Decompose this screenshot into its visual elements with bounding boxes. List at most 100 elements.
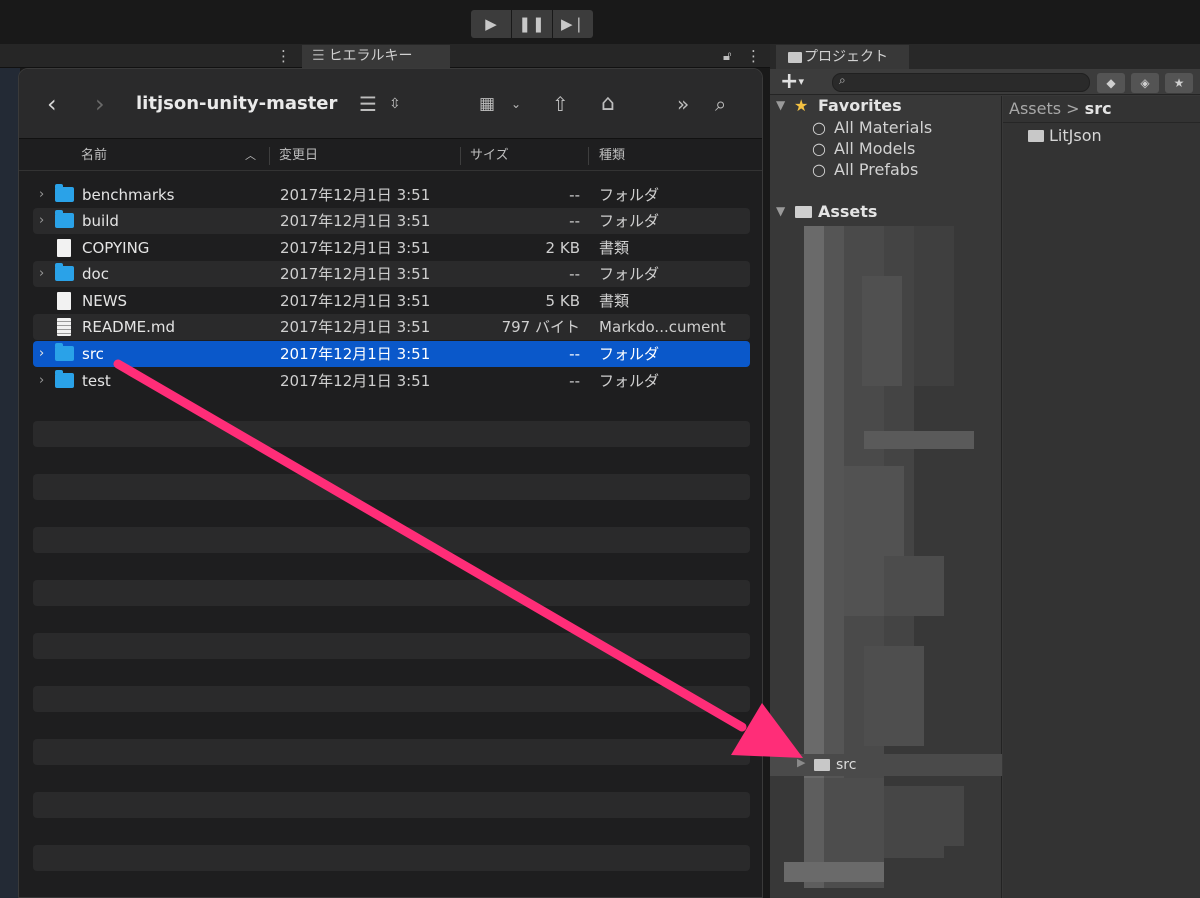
file-date: 2017年12月1日 3:51 (280, 372, 431, 390)
file-date: 2017年12月1日 3:51 (280, 186, 431, 204)
folder-icon (1028, 130, 1044, 142)
tree-item-src[interactable]: ▶ src (770, 754, 1002, 776)
file-size: -- (569, 265, 580, 283)
empty-row (33, 686, 750, 712)
favorites-label[interactable]: Favorites (818, 96, 902, 115)
view-options-chevron-icon[interactable]: ⇳ (389, 69, 401, 139)
favorite-item[interactable]: All Models (834, 139, 915, 158)
column-date[interactable]: 変更日 (279, 141, 318, 171)
forward-icon[interactable]: › (95, 69, 105, 139)
play-button[interactable]: ▶ (471, 10, 511, 38)
file-name: COPYING (82, 239, 150, 257)
file-row[interactable]: COPYING 2017年12月1日 3:51 2 KB 書類 (33, 235, 750, 261)
finder-window: ‹ › litjson-unity-master ☰ ⇳ ▦ ⌄ ⇧ ⌂ » ⌕… (18, 68, 763, 898)
empty-row (33, 792, 750, 818)
collapse-triangle-icon[interactable]: ▶ (797, 756, 805, 769)
tag-icon[interactable]: ⌂ (601, 69, 615, 139)
file-date: 2017年12月1日 3:51 (280, 212, 431, 230)
pause-icon: ❚❚ (518, 15, 546, 33)
file-row[interactable]: › test 2017年12月1日 3:51 -- フォルダ (33, 368, 750, 394)
share-icon[interactable]: ⇧ (552, 69, 569, 139)
column-name[interactable]: 名前 (81, 141, 107, 171)
expand-triangle-icon[interactable]: ▼ (776, 98, 785, 112)
unity-toolbar (0, 0, 1200, 44)
hierarchy-menu-icon[interactable]: ⋮ (746, 45, 761, 68)
disclosure-chevron-icon[interactable]: › (39, 368, 44, 394)
column-kind[interactable]: 種類 (599, 141, 625, 171)
project-toolbar: +▾ ⌕ ◆ ◈ ★ (770, 69, 1200, 95)
file-kind: フォルダ (599, 265, 660, 283)
file-size: 2 KB (545, 239, 580, 257)
column-size[interactable]: サイズ (470, 141, 509, 171)
favorite-item[interactable]: All Materials (834, 118, 932, 137)
sort-chevron-icon: ︿ (245, 149, 256, 162)
more-menu-icon[interactable]: ⋮ (276, 45, 291, 68)
file-kind: フォルダ (599, 345, 660, 363)
play-controls: ▶ ❚❚ ▶❘ (471, 10, 594, 38)
file-row[interactable]: README.md 2017年12月1日 3:51 797 バイト Markdo… (33, 314, 750, 340)
scene-edge (0, 68, 20, 898)
file-size: -- (569, 186, 580, 204)
favorite-item[interactable]: All Prefabs (834, 160, 918, 179)
file-kind: 書類 (599, 292, 630, 310)
breadcrumb-current[interactable]: src (1085, 99, 1112, 118)
pause-button[interactable]: ❚❚ (512, 10, 552, 38)
project-tab-label: プロジェクト (804, 49, 888, 65)
file-date: 2017年12月1日 3:51 (280, 265, 431, 283)
open-folder-icon (795, 206, 812, 218)
file-name: src (82, 345, 104, 363)
disclosure-chevron-icon[interactable]: › (39, 208, 44, 234)
group-chevron-icon[interactable]: ⌄ (511, 69, 521, 139)
shapes-icon: ◆ (1106, 76, 1116, 90)
blurred-content (784, 226, 1002, 846)
tab-hierarchy[interactable]: ☰ ヒエラルキー (302, 45, 450, 68)
finder-title: litjson-unity-master (136, 93, 338, 114)
hierarchy-list-icon: ☰ (312, 48, 325, 64)
add-button[interactable]: +▾ (780, 69, 804, 95)
folder-icon (55, 370, 74, 388)
disclosure-chevron-icon[interactable]: › (39, 182, 44, 208)
markdown-document-icon (57, 318, 71, 336)
empty-row (33, 474, 750, 500)
more-toolbar-icon[interactable]: » (677, 69, 689, 139)
favorite-button[interactable]: ★ (1165, 73, 1193, 93)
folder-icon (55, 210, 74, 228)
file-size: 5 KB (545, 292, 580, 310)
list-view-icon[interactable]: ☰ (359, 69, 377, 139)
file-name: benchmarks (82, 186, 175, 204)
group-icon[interactable]: ▦ (479, 69, 495, 139)
empty-row (33, 580, 750, 606)
document-icon (57, 239, 71, 257)
file-row[interactable]: › benchmarks 2017年12月1日 3:51 -- フォルダ (33, 182, 750, 208)
file-size: 797 バイト (501, 318, 580, 336)
lock-icon[interactable]: 🔓︎ (723, 45, 731, 68)
search-input[interactable]: ⌕ (832, 73, 1090, 92)
assets-label[interactable]: Assets (818, 202, 877, 221)
search-icon[interactable]: ⌕ (715, 69, 726, 139)
file-date: 2017年12月1日 3:51 (280, 318, 431, 336)
disclosure-chevron-icon[interactable]: › (39, 341, 44, 367)
document-icon (57, 292, 71, 310)
finder-toolbar: ‹ › litjson-unity-master ☰ ⇳ ▦ ⌄ ⇧ ⌂ » ⌕ (19, 69, 762, 139)
file-row[interactable]: › build 2017年12月1日 3:51 -- フォルダ (33, 208, 750, 234)
filter-by-label-button[interactable]: ◈ (1131, 73, 1159, 93)
file-row-selected[interactable]: › src 2017年12月1日 3:51 -- フォルダ (33, 341, 750, 367)
search-icon: ○ (812, 139, 826, 158)
divider (1003, 122, 1200, 123)
step-button[interactable]: ▶❘ (553, 10, 593, 38)
search-icon: ⌕ (839, 73, 846, 87)
back-icon[interactable]: ‹ (47, 69, 57, 139)
file-row[interactable]: › doc 2017年12月1日 3:51 -- フォルダ (33, 261, 750, 287)
file-row[interactable]: NEWS 2017年12月1日 3:51 5 KB 書類 (33, 288, 750, 314)
project-panel: プロジェクト +▾ ⌕ ◆ ◈ ★ ▼ ★ Favorites ○ All Ma… (770, 44, 1200, 898)
disclosure-chevron-icon[interactable]: › (39, 261, 44, 287)
filter-by-type-button[interactable]: ◆ (1097, 73, 1125, 93)
breadcrumb-root[interactable]: Assets (1009, 99, 1061, 118)
file-kind: フォルダ (599, 372, 660, 390)
file-size: -- (569, 212, 580, 230)
expand-triangle-icon[interactable]: ▼ (776, 204, 785, 218)
empty-row (33, 739, 750, 765)
tab-project[interactable]: プロジェクト (776, 45, 909, 69)
asset-item[interactable]: LitJson (1049, 126, 1102, 145)
folder-icon (814, 759, 830, 771)
